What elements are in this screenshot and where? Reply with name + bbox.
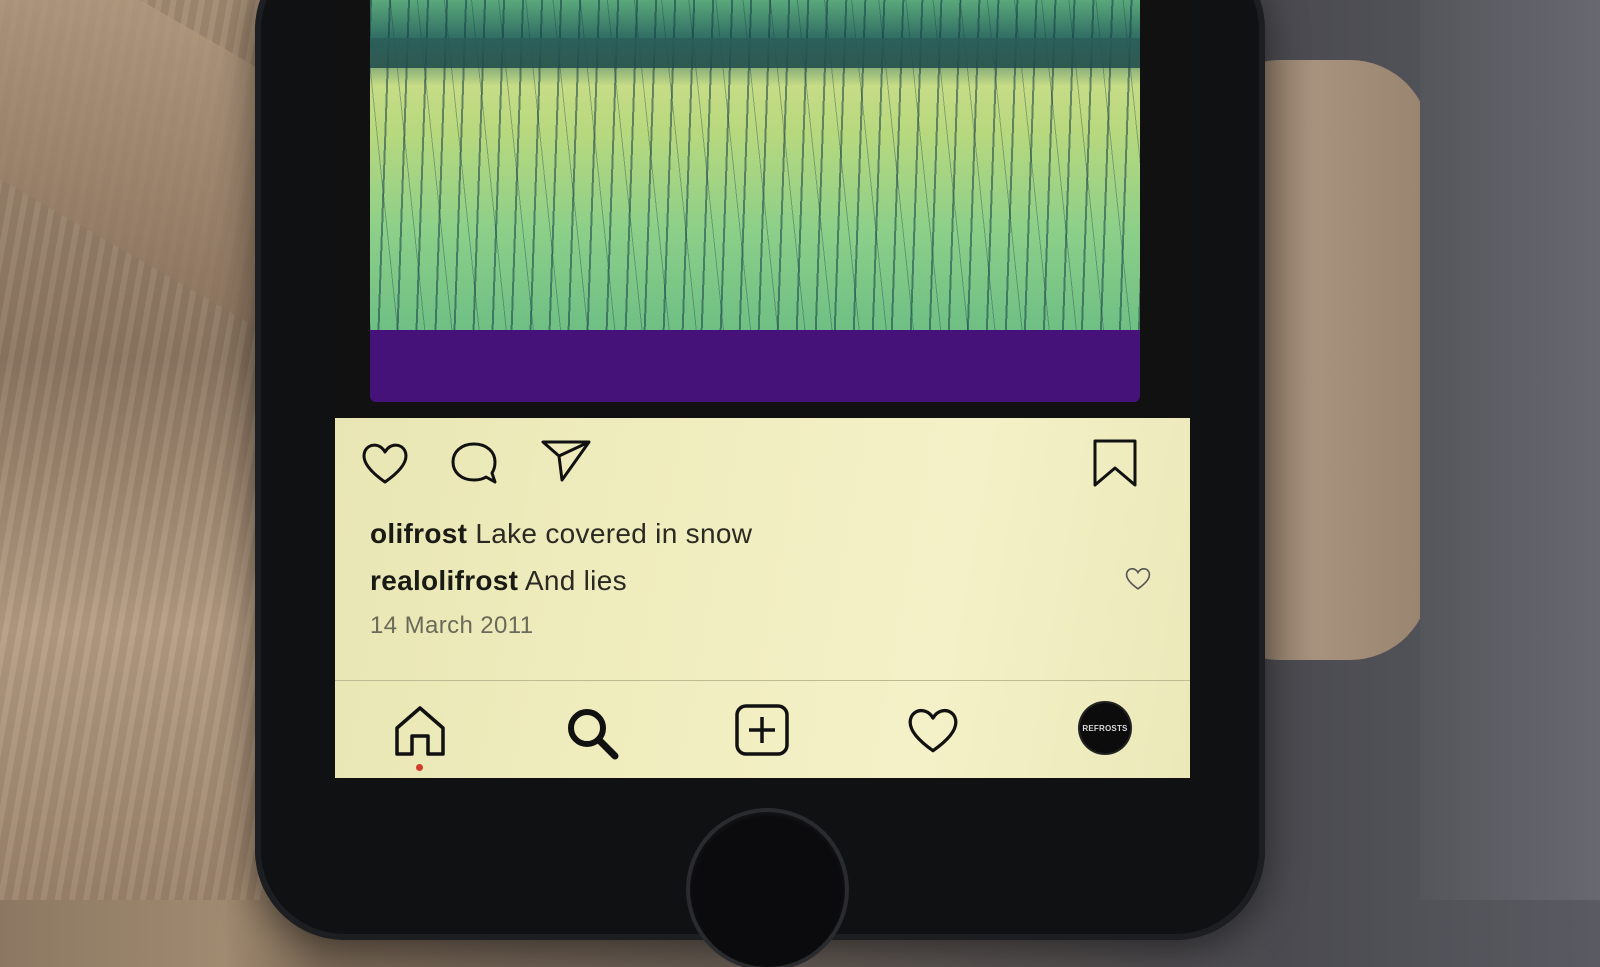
home-notification-dot: [416, 764, 423, 771]
post-caption: olifrost Lake covered in snow: [370, 518, 752, 550]
comment-icon[interactable]: [449, 440, 499, 486]
post-username[interactable]: olifrost: [370, 518, 467, 549]
nav-divider: [335, 680, 1190, 681]
avatar-logo-text: REFROSTS: [1082, 723, 1128, 733]
phone-home-button[interactable]: [690, 812, 845, 967]
image-purple-band: [370, 330, 1140, 402]
search-icon[interactable]: [563, 705, 621, 761]
send-icon[interactable]: [540, 438, 592, 484]
comment-text: And lies: [524, 565, 627, 596]
home-icon[interactable]: [392, 704, 448, 758]
activity-heart-icon[interactable]: [905, 705, 961, 755]
post-date: 14 March 2011: [370, 612, 534, 639]
profile-avatar[interactable]: REFROSTS: [1080, 703, 1130, 753]
post-image[interactable]: [370, 0, 1140, 330]
comment-line: realolifrost And lies: [370, 565, 627, 597]
add-post-icon[interactable]: [734, 703, 790, 757]
grey-backdrop: [1420, 0, 1600, 900]
comment-username[interactable]: realolifrost: [370, 565, 518, 596]
treeline: [370, 38, 1140, 68]
bookmark-icon[interactable]: [1092, 438, 1138, 488]
comment-like-heart-icon[interactable]: [1124, 566, 1152, 591]
post-caption-text: Lake covered in snow: [475, 518, 753, 549]
heart-icon[interactable]: [360, 440, 410, 486]
